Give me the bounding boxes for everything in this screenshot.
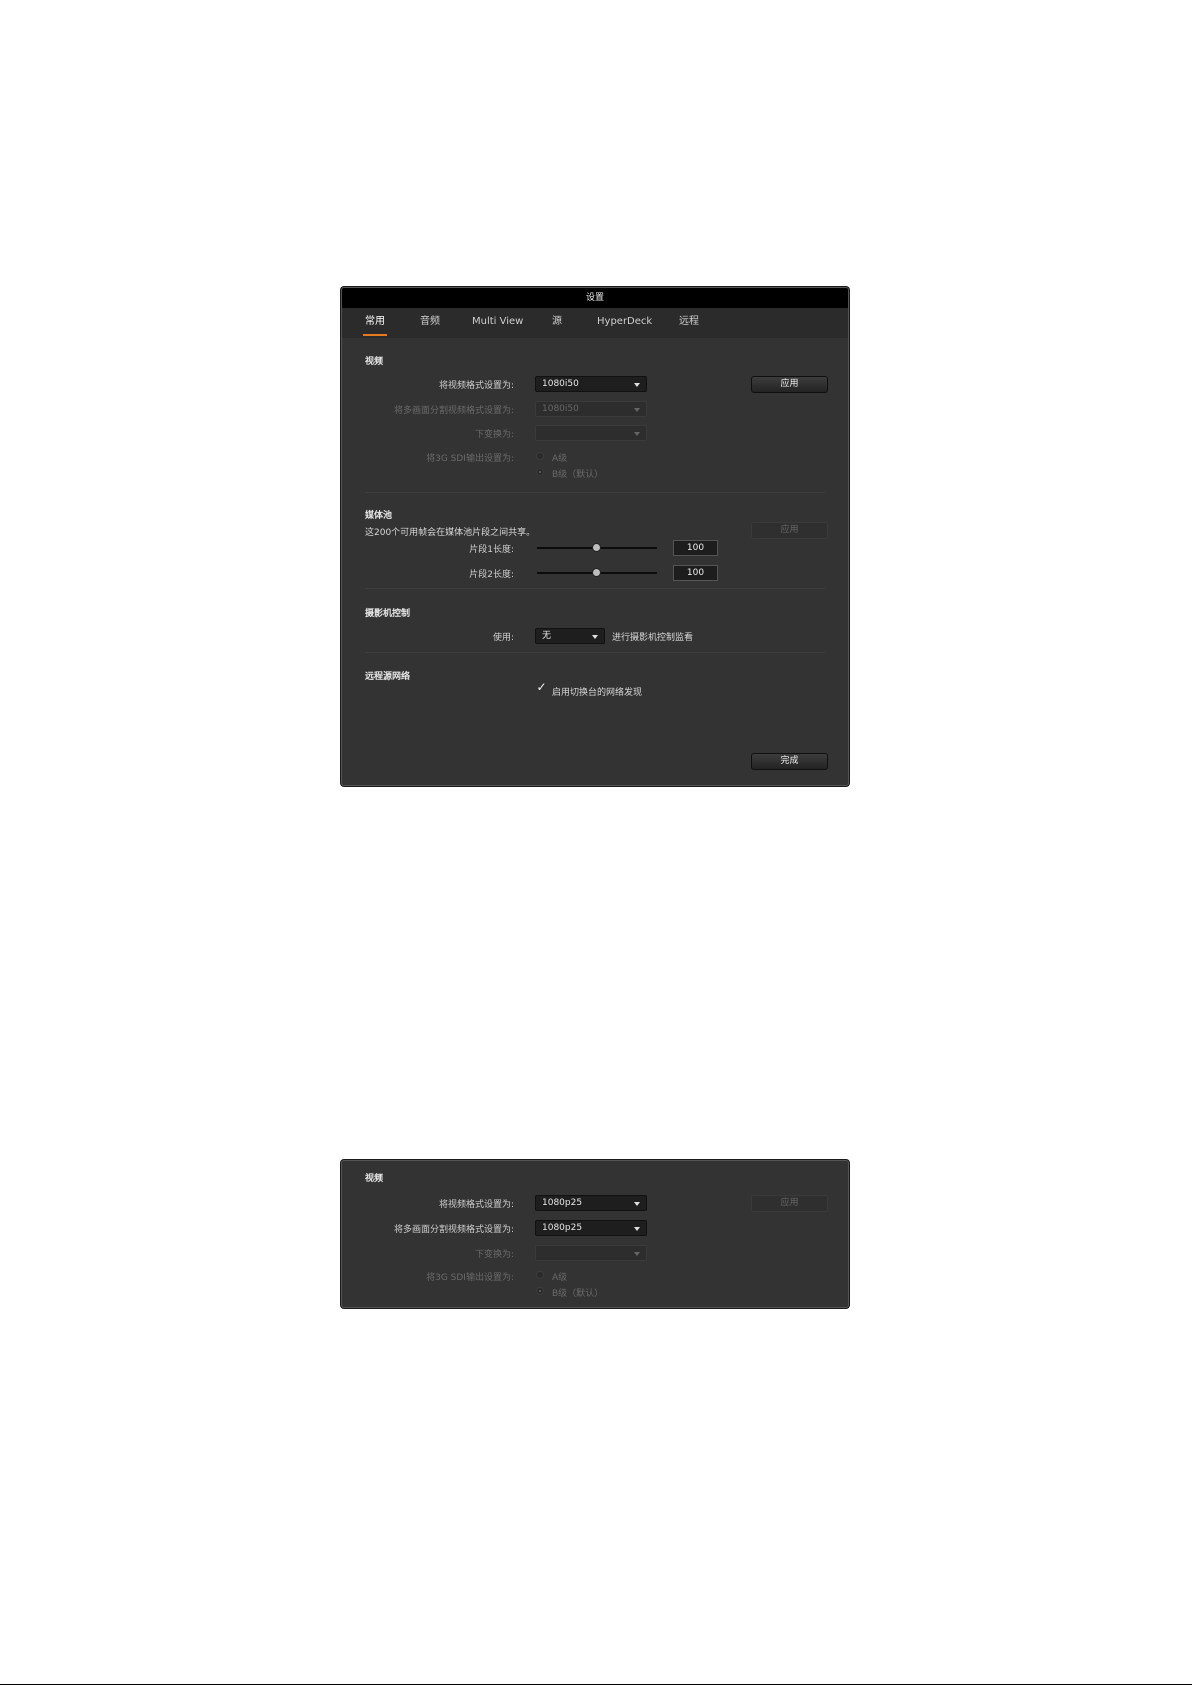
chevron-down-icon [592,635,598,639]
tab-hyperdeck[interactable]: HyperDeck [597,308,652,338]
video-format-value: 1080p25 [542,1198,583,1208]
divider [365,588,825,589]
multiview-format-value: 1080p25 [542,1223,583,1233]
video-section-title: 视频 [365,357,384,367]
chevron-down-icon [634,432,640,436]
downconvert-dropdown[interactable] [535,425,647,441]
clip2-length-label: 片段2长度: [469,570,514,580]
clip1-length-label: 片段1长度: [469,545,514,555]
sdi3g-label: 将3G SDI输出设置为: [426,454,514,464]
video-section-title: 视频 [365,1174,384,1184]
remote-source-section-title: 远程源网络 [365,672,411,682]
level-a-label: A级 [552,1273,568,1283]
sdi3g-label: 将3G SDI输出设置为: [426,1273,514,1283]
level-b-label: B级（默认） [552,1289,604,1299]
multiview-format-label: 将多画面分割视频格式设置为: [393,1225,514,1235]
divider [365,492,825,493]
video-format-dropdown[interactable]: 1080p25 [535,1195,647,1211]
level-a-label: A级 [552,454,568,464]
tab-sources[interactable]: 源 [552,308,562,338]
downconvert-label: 下变换为: [474,1250,514,1260]
media-pool-description: 这200个可用帧会在媒体池片段之间共享。 [365,528,536,538]
multiview-format-dropdown[interactable]: 1080i50 [535,401,647,417]
camera-control-value: 无 [542,631,552,641]
video-format-value: 1080i50 [542,379,579,389]
video-apply-button[interactable]: 应用 [751,1195,828,1212]
media-pool-section-title: 媒体池 [365,511,393,521]
tab-multiview[interactable]: Multi View [472,308,523,338]
multiview-format-value: 1080i50 [542,404,579,414]
done-button[interactable]: 完成 [751,753,828,770]
clip2-length-input[interactable]: 100 [673,565,718,581]
video-format-label: 将视频格式设置为: [438,1200,514,1210]
chevron-down-icon [634,408,640,412]
level-a-radio[interactable] [536,1271,544,1279]
downconvert-label: 下变换为: [474,430,514,440]
clip1-length-input[interactable]: 100 [673,540,718,556]
level-a-radio[interactable] [536,452,544,460]
window-title: 设置 [342,288,848,308]
clip1-slider-knob[interactable] [592,543,601,552]
level-b-radio[interactable] [536,468,544,476]
multiview-format-label: 将多画面分割视频格式设置为: [393,406,514,416]
level-b-radio[interactable] [536,1287,544,1295]
multiview-format-dropdown[interactable]: 1080p25 [535,1220,647,1236]
camera-control-use-label: 使用: [492,633,514,643]
video-apply-button[interactable]: 应用 [751,376,828,393]
network-discovery-label: 启用切换台的网络发现 [552,688,643,698]
divider [365,652,825,653]
tab-general[interactable]: 常用 [363,308,387,338]
chevron-down-icon [634,1227,640,1231]
settings-window: 设置 常用 音频 Multi View 源 HyperDeck 远程 视频 将视… [341,287,849,786]
clip2-slider-knob[interactable] [592,568,601,577]
level-b-label: B级（默认） [552,470,604,480]
tab-audio[interactable]: 音频 [420,308,440,338]
camera-control-dropdown[interactable]: 无 [535,628,605,644]
chevron-down-icon [634,1252,640,1256]
camera-control-section-title: 摄影机控制 [365,609,411,619]
video-format-dropdown[interactable]: 1080i50 [535,376,647,392]
tab-remote[interactable]: 远程 [679,308,699,338]
video-format-label: 将视频格式设置为: [438,381,514,391]
camera-control-suffix: 进行摄影机控制监看 [612,633,694,643]
media-pool-apply-button[interactable]: 应用 [751,522,828,539]
chevron-down-icon [634,1202,640,1206]
video-settings-panel: 视频 将视频格式设置为: 1080p25 应用 将多画面分割视频格式设置为: 1… [341,1160,849,1308]
tab-bar: 常用 音频 Multi View 源 HyperDeck 远程 [342,308,848,338]
downconvert-dropdown[interactable] [535,1245,647,1261]
network-discovery-checkbox[interactable]: ✓ [536,681,547,693]
chevron-down-icon [634,383,640,387]
